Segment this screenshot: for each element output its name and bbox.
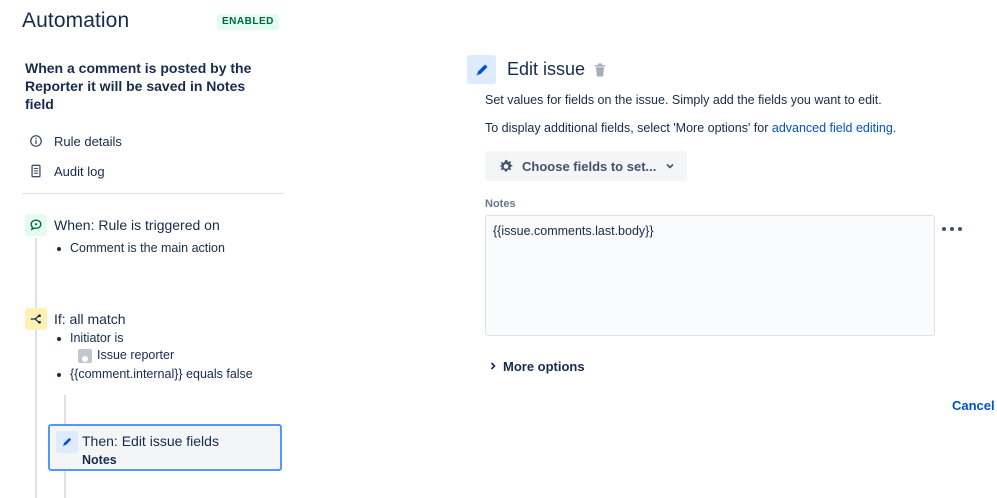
editor-description: Set values for fields on the issue. Simp…: [485, 93, 882, 107]
pencil-icon: [467, 55, 496, 84]
sidebar-divider: [22, 193, 284, 194]
rule-sidebar: Automation ENABLED When a comment is pos…: [0, 0, 300, 498]
condition-details: Initiator is Issue reporter {{comment.in…: [54, 330, 253, 383]
condition-detail-internal: {{comment.internal}} equals false: [54, 366, 253, 383]
action-subtitle: Notes: [82, 453, 117, 467]
action-component[interactable]: Then: Edit issue fields Notes: [48, 424, 282, 471]
avatar: [78, 348, 92, 363]
action-title: Then: Edit issue fields: [82, 433, 219, 449]
notes-field[interactable]: {{issue.comments.last.body}}: [485, 215, 935, 336]
condition-detail-initiator: Initiator is: [54, 330, 253, 347]
nav-rule-details[interactable]: Rule details: [28, 131, 122, 151]
advanced-field-editing-link[interactable]: advanced field editing.: [772, 121, 896, 135]
status-badge: ENABLED: [217, 14, 279, 30]
comment-icon: [25, 214, 47, 236]
notes-field-label: Notes: [485, 198, 516, 210]
choose-fields-label: Choose fields to set...: [522, 158, 657, 174]
component-editor: Edit issue Set values for fields on the …: [466, 0, 997, 498]
nav-audit-log[interactable]: Audit log: [28, 161, 105, 181]
trigger-title: When: Rule is triggered on: [54, 217, 220, 233]
more-options-label: More options: [503, 358, 585, 374]
condition-title: If: all match: [54, 311, 126, 327]
trigger-details: Comment is the main action: [54, 240, 225, 257]
more-actions-icon[interactable]: [942, 222, 962, 236]
trash-icon[interactable]: [594, 63, 606, 77]
timeline-line: [35, 238, 37, 498]
branch-icon: [25, 308, 47, 330]
document-icon: [28, 163, 44, 179]
chevron-down-icon: [666, 163, 674, 169]
more-options-toggle[interactable]: More options: [488, 357, 585, 375]
rule-name: When a comment is posted by the Reporter…: [25, 60, 252, 112]
nav-audit-log-label: Audit log: [54, 163, 105, 179]
pencil-icon: [56, 431, 78, 453]
cancel-button[interactable]: Cancel: [952, 398, 995, 413]
trigger-detail-item: Comment is the main action: [54, 240, 225, 257]
info-icon: [28, 133, 44, 149]
condition-detail-initiator-value: Issue reporter: [54, 347, 253, 364]
chevron-right-icon: [490, 362, 496, 370]
additional-fields-prefix: To display additional fields, select 'Mo…: [485, 121, 772, 135]
gear-icon: [499, 159, 513, 172]
choose-fields-button[interactable]: Choose fields to set...: [485, 151, 687, 181]
page-title: Automation: [22, 9, 130, 32]
editor-additional-fields-hint: To display additional fields, select 'Mo…: [485, 121, 896, 135]
initiator-value-label: Issue reporter: [97, 348, 175, 362]
nav-rule-details-label: Rule details: [54, 133, 122, 149]
editor-title: Edit issue: [507, 59, 586, 79]
